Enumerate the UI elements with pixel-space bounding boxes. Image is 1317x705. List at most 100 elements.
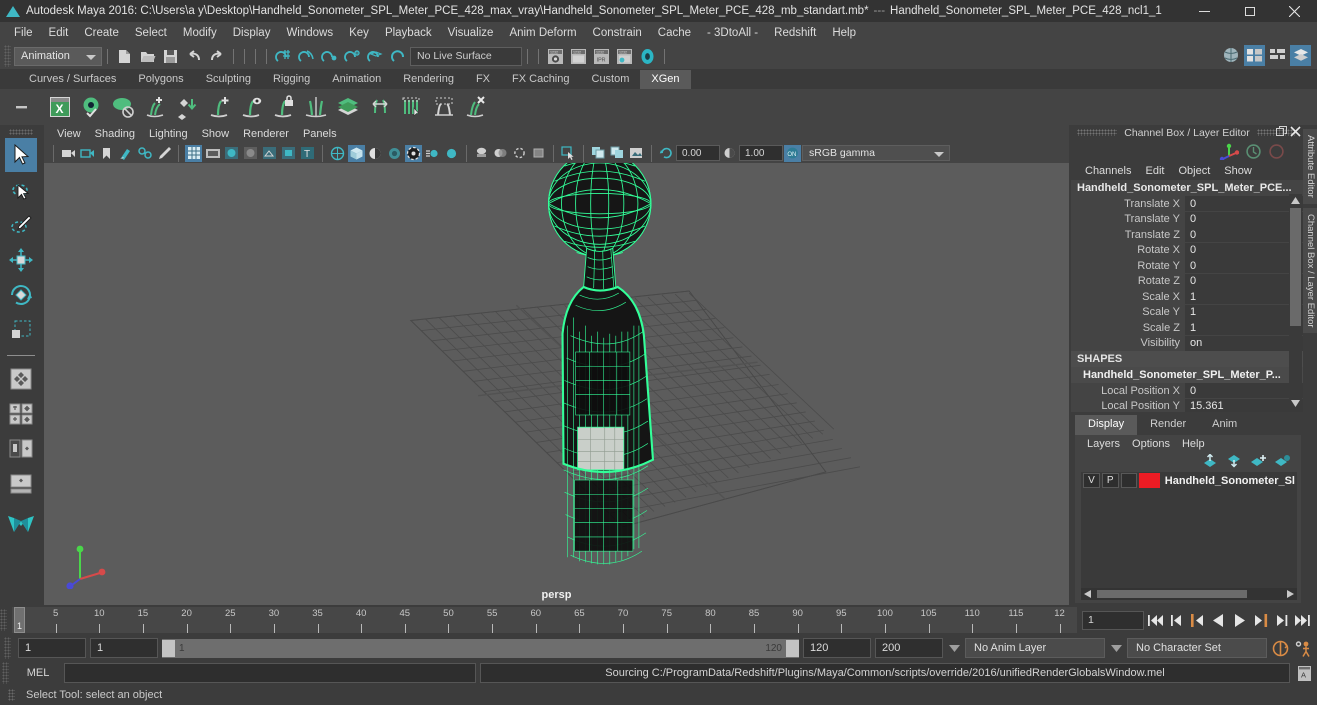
tool-select[interactable] <box>5 138 37 172</box>
channel-row-translate-z[interactable]: Translate Z 0 <box>1071 227 1303 243</box>
channel-row-scale-y[interactable]: Scale Y 1 <box>1071 304 1303 321</box>
menu-file[interactable]: File <box>6 25 41 41</box>
anim-layer-selector[interactable]: No Anim Layer <box>965 638 1105 658</box>
isolate-select-button[interactable] <box>473 145 490 162</box>
layer-visibility-toggle[interactable]: V <box>1083 473 1100 488</box>
layer-name[interactable]: Handheld_Sonometer_Sl <box>1162 475 1295 487</box>
layout-single-persp[interactable] <box>5 467 37 501</box>
snap-to-grid-button[interactable] <box>272 45 295 67</box>
shelf-icon-xgen-disable-preview[interactable] <box>108 91 140 123</box>
channel-box-attribute-list[interactable]: Handheld_Sonometer_SPL_Meter_PCE... Tran… <box>1071 180 1303 412</box>
shelf-tab-fx-caching[interactable]: FX Caching <box>501 70 580 89</box>
menu-playback[interactable]: Playback <box>377 25 440 41</box>
viewport-menu-show[interactable]: Show <box>195 127 237 141</box>
shelf-tab-rendering[interactable]: Rendering <box>392 70 465 89</box>
layer-new-icon[interactable] <box>1250 454 1267 468</box>
shelf-tab-polygons[interactable]: Polygons <box>127 70 194 89</box>
channel-value[interactable]: 0 <box>1185 383 1303 399</box>
scroll-down-icon[interactable] <box>1290 399 1301 408</box>
menu-anim-deform[interactable]: Anim Deform <box>501 25 584 41</box>
panel-grip-left[interactable] <box>1077 129 1118 136</box>
xray-button[interactable] <box>492 145 509 162</box>
shelf-icon-xgen-delete-guides[interactable] <box>460 91 492 123</box>
viewport-menu-renderer[interactable]: Renderer <box>236 127 296 141</box>
shelf-tab-animation[interactable]: Animation <box>321 70 392 89</box>
channel-value[interactable]: 1 <box>1185 289 1303 305</box>
channel-row-visibility[interactable]: Visibility on <box>1071 335 1303 352</box>
layer-tab-anim[interactable]: Anim <box>1199 415 1251 435</box>
grid-toggle-button[interactable] <box>185 144 202 162</box>
tool-paint-select[interactable] <box>5 208 37 242</box>
shelf-icon-xgen-grow-guide[interactable] <box>204 91 236 123</box>
render-settings-button[interactable]: 1232 <box>613 45 636 67</box>
range-slider-grip[interactable] <box>4 637 11 659</box>
tool-move[interactable] <box>5 243 37 277</box>
menu-3dtoall[interactable]: - 3DtoAll - <box>699 25 766 41</box>
channel-value[interactable]: 1 <box>1185 304 1303 320</box>
character-set-dropdown-arrow[interactable] <box>1109 644 1123 652</box>
exposure-toggle-button[interactable] <box>530 145 547 162</box>
channel-box-scrollbar[interactable] <box>1289 194 1302 410</box>
channel-box-toggle[interactable] <box>1290 45 1311 66</box>
grease-pencil-button[interactable] <box>155 145 172 162</box>
undo-button[interactable] <box>182 45 205 67</box>
wireframe-shading-button[interactable] <box>223 145 240 162</box>
step-forward-keyframe-button[interactable] <box>1272 610 1291 630</box>
script-editor-button[interactable]: A <box>1294 663 1315 684</box>
viewport-select-button[interactable] <box>560 145 577 162</box>
go-to-end-button[interactable] <box>1293 610 1312 630</box>
gamma-reset-button[interactable] <box>721 145 738 162</box>
layer-list-hscrollbar[interactable] <box>1081 588 1297 600</box>
use-default-lighting-button[interactable] <box>329 145 346 162</box>
save-scene-button[interactable] <box>159 45 182 67</box>
channel-row-translate-x[interactable]: Translate X 0 <box>1071 196 1303 212</box>
scroll-right-icon[interactable] <box>1284 589 1295 599</box>
snap-to-point-button[interactable] <box>318 45 341 67</box>
viewport-menu-shading[interactable]: Shading <box>88 127 142 141</box>
menu-windows[interactable]: Windows <box>278 25 341 41</box>
viewport-menu-lighting[interactable]: Lighting <box>142 127 195 141</box>
render-current-frame-button[interactable]: 1232 <box>544 45 567 67</box>
range-right-handle[interactable] <box>786 639 799 657</box>
two-d-pan-zoom-button[interactable] <box>136 145 153 162</box>
xray-joints-button[interactable] <box>511 145 528 162</box>
minimize-button[interactable] <box>1182 0 1227 22</box>
shaded-wireframe-button[interactable] <box>261 145 278 162</box>
menu-help[interactable]: Help <box>824 25 864 41</box>
layer-color-swatch[interactable] <box>1139 473 1160 488</box>
redo-button[interactable] <box>205 45 228 67</box>
channel-row-local-position-y[interactable]: Local Position Y 15.361 <box>1071 398 1303 412</box>
current-frame-field[interactable]: 1 <box>1082 610 1144 630</box>
character-set-selector[interactable]: No Character Set <box>1127 638 1267 658</box>
layer-menu-layers[interactable]: Layers <box>1081 437 1126 451</box>
shelf-icon-xgen-place-guide[interactable] <box>172 91 204 123</box>
shelf-icon-xgen-lock-guide[interactable] <box>268 91 300 123</box>
time-slider-grip[interactable] <box>0 609 7 631</box>
menu-cache[interactable]: Cache <box>650 25 699 41</box>
layer-type-toggle[interactable] <box>1120 473 1138 488</box>
color-management-toggle[interactable]: ON <box>784 144 801 162</box>
play-backwards-button[interactable] <box>1209 610 1228 630</box>
channel-row-rotate-y[interactable]: Rotate Y 0 <box>1071 258 1303 274</box>
screen-space-ao-button[interactable] <box>443 145 460 162</box>
text-display-button[interactable]: T <box>299 145 316 162</box>
layout-two-pane[interactable] <box>5 397 37 431</box>
layer-tab-display[interactable]: Display <box>1075 415 1138 435</box>
layer-menu-options[interactable]: Options <box>1126 437 1176 451</box>
shelf-tab-rigging[interactable]: Rigging <box>262 70 321 89</box>
exposure-reset-button[interactable] <box>658 145 675 162</box>
layer-menu-help[interactable]: Help <box>1176 437 1211 451</box>
open-scene-button[interactable] <box>136 45 159 67</box>
layer-move-up-icon[interactable] <box>1202 454 1219 468</box>
shelf-icon-xgen-mirror-guide[interactable] <box>300 91 332 123</box>
tool-scale[interactable] <box>5 313 37 347</box>
channel-value[interactable]: 0 <box>1185 211 1303 227</box>
cb-menu-edit[interactable]: Edit <box>1139 164 1170 178</box>
layout-persp-outliner[interactable] <box>5 432 37 466</box>
menu-constrain[interactable]: Constrain <box>585 25 650 41</box>
ambient-occlusion-button[interactable] <box>386 145 403 162</box>
motion-blur-button[interactable] <box>424 145 441 162</box>
menu-redshift[interactable]: Redshift <box>766 25 824 41</box>
menu-set-selector[interactable]: Animation <box>14 46 102 66</box>
live-surface-field[interactable]: No Live Surface <box>410 46 522 66</box>
